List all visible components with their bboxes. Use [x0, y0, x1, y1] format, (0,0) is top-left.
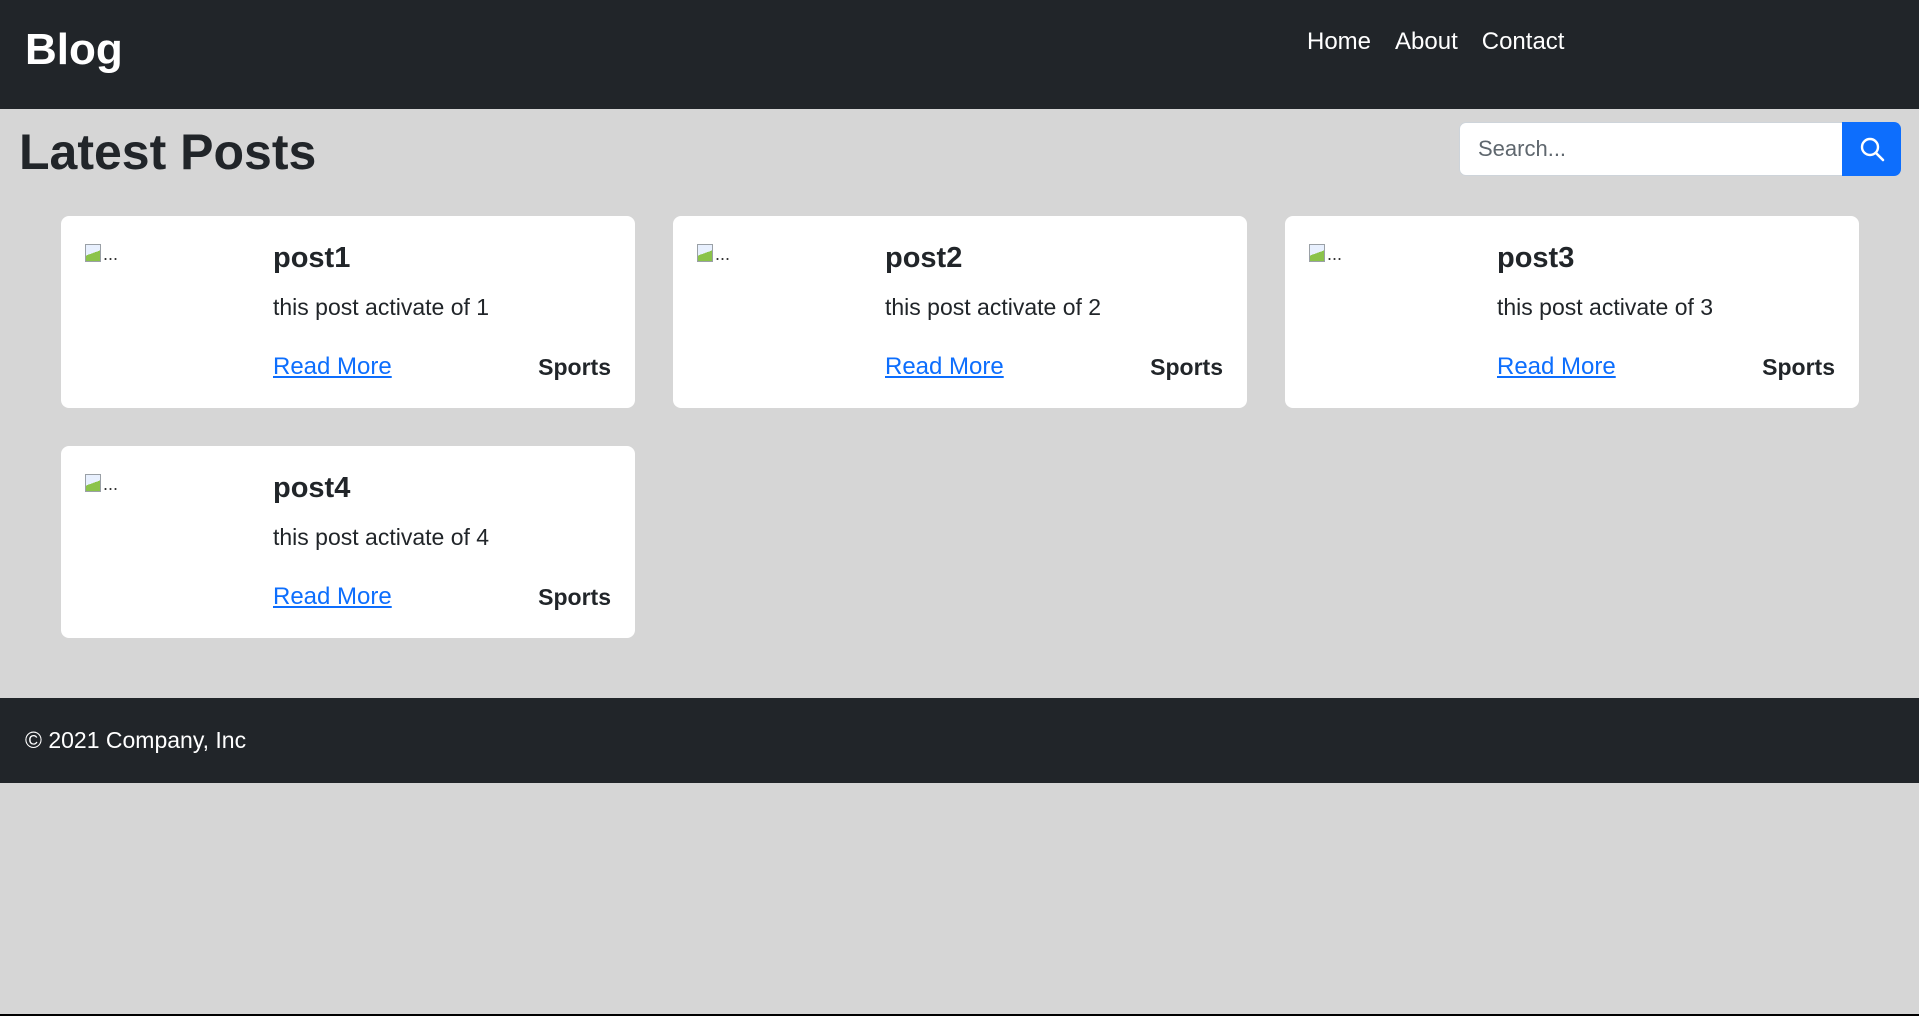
- post-card: ... post4 this post activate of 4 Read M…: [61, 446, 635, 638]
- post-text: this post activate of 3: [1497, 294, 1714, 320]
- post-title: post1: [273, 242, 351, 274]
- post-image-alt: ...: [1327, 244, 1343, 264]
- search-button[interactable]: [1842, 122, 1901, 176]
- post-text: this post activate of 4: [273, 524, 490, 550]
- post-text: this post activate of 1: [273, 294, 490, 320]
- broken-image-icon: [85, 244, 101, 262]
- post-image: ...: [1309, 244, 1349, 266]
- read-more-link[interactable]: Read More: [273, 352, 392, 382]
- posts-grid: ... post1 this post activate of 1 Read M…: [61, 216, 1860, 638]
- nav-links: Home About Contact: [1307, 26, 1564, 58]
- nav-link-about[interactable]: About: [1395, 26, 1458, 58]
- post-image-alt: ...: [103, 244, 119, 264]
- read-more-link[interactable]: Read More: [885, 352, 1004, 382]
- broken-image-icon: [85, 474, 101, 492]
- post-category: Sports: [1150, 354, 1223, 380]
- post-card: ... post2 this post activate of 2 Read M…: [673, 216, 1247, 408]
- post-image-alt: ...: [715, 244, 731, 264]
- footer: © 2021 Company, Inc: [0, 698, 1919, 783]
- broken-image-icon: [697, 244, 713, 262]
- post-title: post3: [1497, 242, 1575, 274]
- footer-text: © 2021 Company, Inc: [25, 727, 247, 753]
- post-image-alt: ...: [103, 474, 119, 494]
- post-title: post4: [273, 472, 351, 504]
- navbar: Blog Home About Contact: [0, 0, 1919, 109]
- post-image: ...: [85, 474, 125, 496]
- nav-link-contact[interactable]: Contact: [1482, 26, 1565, 58]
- search-icon: [1860, 137, 1884, 162]
- page-title: Latest Posts: [19, 124, 317, 180]
- broken-image-icon: [1309, 244, 1325, 262]
- read-more-link[interactable]: Read More: [1497, 352, 1616, 382]
- post-text: this post activate of 2: [885, 294, 1102, 320]
- post-category: Sports: [538, 584, 611, 610]
- nav-link-home[interactable]: Home: [1307, 26, 1371, 58]
- post-category: Sports: [538, 354, 611, 380]
- post-image: ...: [697, 244, 737, 266]
- post-category: Sports: [1762, 354, 1835, 380]
- post-image: ...: [85, 244, 125, 266]
- search-form: [1459, 122, 1901, 176]
- post-card: ... post3 this post activate of 3 Read M…: [1285, 216, 1859, 408]
- brand-link[interactable]: Blog: [25, 22, 123, 78]
- search-input[interactable]: [1459, 122, 1842, 176]
- post-title: post2: [885, 242, 963, 274]
- post-card: ... post1 this post activate of 1 Read M…: [61, 216, 635, 408]
- read-more-link[interactable]: Read More: [273, 582, 392, 612]
